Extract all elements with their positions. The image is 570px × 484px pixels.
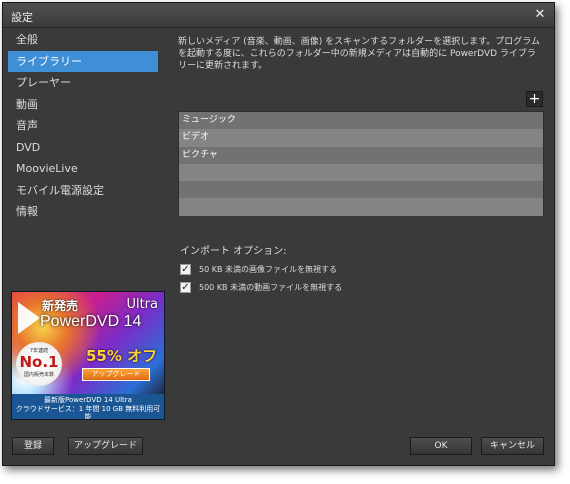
ad-edition: Ultra <box>126 297 158 312</box>
ad-product-name: PowerDVD 14 <box>40 313 142 330</box>
sidebar-item-info[interactable]: 情報 <box>8 201 158 222</box>
folder-list: ミュージック ビデオ ピクチャ <box>178 111 544 216</box>
ok-button[interactable]: OK <box>410 437 472 455</box>
sidebar: 全般 ライブラリー プレーヤー 動画 音声 DVD MoovieLive モバイ… <box>8 29 158 223</box>
folder-row[interactable] <box>179 181 543 199</box>
sidebar-item-player[interactable]: プレーヤー <box>8 72 158 93</box>
ad-caption-line3: 能 <box>84 413 92 420</box>
folder-row[interactable]: ピクチャ <box>179 146 543 164</box>
sidebar-item-library[interactable]: ライブラリー <box>8 50 158 72</box>
ad-caption: 最新版PowerDVD 14 Ultra クラウドサービス：1 年間 10 GB… <box>12 394 164 420</box>
ad-discount: 55% オフ <box>86 347 158 365</box>
no1-badge-main: No.1 <box>19 353 59 371</box>
ignore-small-videos-label: 500 KB 未満の動画ファイルを無視する <box>199 282 343 292</box>
no1-badge: 7年連続 No.1 国内販売本数 <box>16 342 62 386</box>
register-button[interactable]: 登録 <box>12 437 54 455</box>
ad-caption-line2: クラウドサービス：1 年間 10 GB 無料利用可 <box>15 404 161 413</box>
library-panel: 新しいメディア (音楽、動画、画像) をスキャンするフォルダーを選択します。プロ… <box>178 36 544 72</box>
add-folder-button[interactable]: + <box>526 91 543 107</box>
upgrade-ad-banner[interactable]: 新発売 Ultra PowerDVD 14 7年連続 No.1 国内販売本数 5… <box>11 291 165 420</box>
title-bar: 設定 ✕ <box>3 3 554 28</box>
ignore-small-images-label: 50 KB 未満の画像ファイルを無視する <box>199 264 337 274</box>
close-icon[interactable]: ✕ <box>532 7 548 23</box>
sidebar-item-mobile-power[interactable]: モバイル電源設定 <box>8 180 158 201</box>
folder-row[interactable] <box>179 198 543 216</box>
sidebar-item-dvd[interactable]: DVD <box>8 137 158 158</box>
ad-new-release: 新発売 <box>42 299 79 313</box>
folder-row[interactable] <box>179 163 543 182</box>
window-title: 設定 <box>11 11 33 24</box>
no1-badge-bottom: 国内販売本数 <box>23 372 54 378</box>
folder-row[interactable]: ミュージック <box>179 112 543 130</box>
ignore-small-videos-checkbox[interactable]: ✓ <box>180 281 191 293</box>
ignore-small-images-checkbox[interactable]: ✓ <box>180 263 191 275</box>
play-icon <box>18 302 40 334</box>
cancel-button[interactable]: キャンセル <box>481 437 544 455</box>
import-options-label: インポート オプション: <box>180 246 287 257</box>
library-description: 新しいメディア (音楽、動画、画像) をスキャンするフォルダーを選択します。プロ… <box>178 37 540 71</box>
upgrade-button[interactable]: アップグレード <box>68 437 143 455</box>
ad-upgrade-button[interactable]: アップグレード <box>82 368 150 381</box>
ignore-small-videos-option[interactable]: ✓ 500 KB 未満の動画ファイルを無視する <box>180 280 342 294</box>
sidebar-item-audio[interactable]: 音声 <box>8 115 158 136</box>
sidebar-item-general[interactable]: 全般 <box>8 29 158 50</box>
ignore-small-images-option[interactable]: ✓ 50 KB 未満の画像ファイルを無視する <box>180 262 337 276</box>
sidebar-item-video[interactable]: 動画 <box>8 94 158 115</box>
ad-caption-line1: 最新版PowerDVD 14 Ultra <box>44 396 132 404</box>
folder-row[interactable]: ビデオ <box>179 129 543 147</box>
sidebar-item-moovielive[interactable]: MoovieLive <box>8 158 158 179</box>
